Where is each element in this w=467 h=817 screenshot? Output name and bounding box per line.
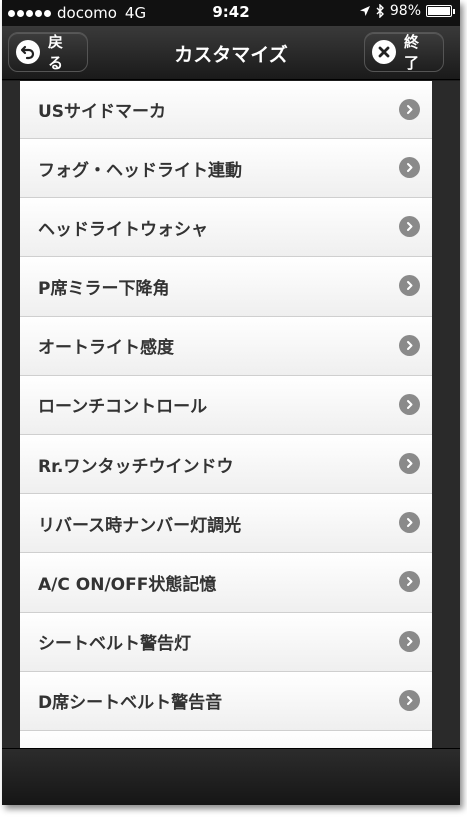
done-button-label: 終了 bbox=[404, 33, 420, 72]
list-item[interactable]: A/C ON/OFF状態記憶 bbox=[20, 553, 432, 613]
chevron-right-icon bbox=[399, 689, 420, 711]
chevron-right-icon bbox=[399, 571, 420, 593]
list-item-label: シートベルト警告灯 bbox=[38, 634, 191, 655]
chevron-right-icon bbox=[399, 453, 420, 475]
list-item[interactable]: フォグ・ヘッドライト連動 bbox=[20, 139, 432, 199]
status-bar: docomo 4G 9:42 98% bbox=[2, 0, 460, 26]
battery-icon bbox=[426, 5, 455, 17]
list-item-label: オートライト感度 bbox=[38, 338, 174, 359]
list-item-label: Rr.ワンタッチウインドウ bbox=[38, 456, 234, 477]
list-item[interactable]: ローンチコントロール bbox=[20, 375, 432, 435]
list-item-label: A/C ON/OFF状態記憶 bbox=[38, 574, 217, 595]
list-item-label: ローンチコントロール bbox=[38, 397, 208, 418]
bluetooth-icon bbox=[376, 4, 384, 18]
list-item-label: D席シートベルト警告音 bbox=[38, 693, 223, 714]
list-item[interactable]: D席シートベルト警告音 bbox=[20, 671, 432, 731]
list-item[interactable]: オートライト感度 bbox=[20, 316, 432, 376]
chevron-right-icon bbox=[399, 630, 420, 652]
list-item[interactable]: ヘッドライトウォシャ bbox=[20, 198, 432, 258]
chevron-right-icon bbox=[399, 157, 420, 179]
chevron-right-icon bbox=[399, 98, 420, 120]
bottom-toolbar bbox=[2, 748, 460, 805]
list-item[interactable]: USサイドマーカ bbox=[20, 81, 432, 139]
chevron-right-icon bbox=[399, 275, 420, 297]
done-button[interactable]: 終了 bbox=[364, 32, 444, 72]
list-item-label: ヘッドライトウォシャ bbox=[38, 219, 208, 240]
list-item-label: USサイドマーカ bbox=[38, 102, 167, 122]
list-item-label: フォグ・ヘッドライト連動 bbox=[38, 160, 242, 181]
settings-list: USサイドマーカ フォグ・ヘッドライト連動 ヘッドライトウォシャ P席ミラー下降… bbox=[20, 81, 432, 749]
close-icon bbox=[372, 40, 396, 64]
list-area: USサイドマーカ フォグ・ヘッドライト連動 ヘッドライトウォシャ P席ミラー下降… bbox=[2, 81, 460, 749]
battery-percent: 98% bbox=[389, 3, 421, 19]
chevron-right-icon bbox=[399, 334, 420, 356]
list-item[interactable]: P席ミラー下降角 bbox=[20, 257, 432, 317]
list-item[interactable]: リバース時ナンバー灯調光 bbox=[20, 494, 432, 554]
location-arrow-icon bbox=[359, 6, 370, 16]
chevron-right-icon bbox=[399, 216, 420, 238]
battery-level bbox=[428, 7, 450, 15]
list-item[interactable]: シートベルト警告灯 bbox=[20, 612, 432, 672]
list-item-label: P席ミラー下降角 bbox=[38, 278, 170, 299]
list-item-partial[interactable] bbox=[20, 730, 432, 749]
list-item-label: リバース時ナンバー灯調光 bbox=[38, 515, 242, 536]
chevron-right-icon bbox=[399, 512, 420, 534]
list-item[interactable]: Rr.ワンタッチウインドウ bbox=[20, 434, 432, 495]
app-frame: docomo 4G 9:42 98% 戻る カスタマイズ 終了 USサイドマーカ… bbox=[2, 0, 460, 805]
chevron-right-icon bbox=[399, 393, 420, 415]
navigation-bar: 戻る カスタマイズ 終了 bbox=[2, 26, 460, 80]
status-right: 98% bbox=[359, 3, 455, 19]
